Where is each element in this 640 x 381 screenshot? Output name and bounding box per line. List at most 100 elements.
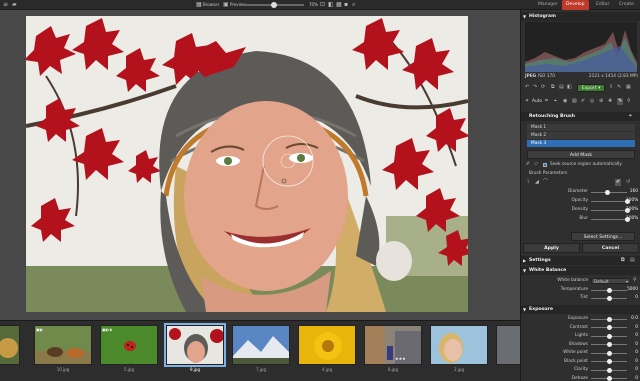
browser-button[interactable]: Browser [203,1,219,9]
slider-thumb[interactable] [606,287,612,293]
slider-value[interactable]: 160 [626,188,638,196]
slider-track[interactable] [591,295,627,301]
options-icon[interactable]: ▤ [630,257,635,264]
add-mask-button[interactable]: Add Mask [527,150,635,159]
mask-item[interactable]: Mask 1 [527,124,635,131]
paste-icon[interactable]: ▤ [559,84,564,91]
slider-track[interactable] [591,376,627,381]
radial-icon[interactable]: ◎ [590,98,594,105]
tab-manager[interactable]: Manager [534,0,562,10]
share-icon[interactable]: ⇪ [609,84,613,91]
slider-track[interactable] [591,287,627,293]
red-eye-icon[interactable]: ◉ [563,98,567,105]
grid-icon[interactable]: ▦ [626,84,631,91]
straighten-icon[interactable]: ⌖ [554,98,557,105]
slider-track[interactable] [591,325,627,330]
slider-track[interactable] [591,333,627,339]
filmstrip[interactable]: ▣◐ ▣◐◈ ★★★ 10.jpg 5.jpg 9.jpg 7.jpg 4.jp… [0,320,554,381]
slider-thumb[interactable] [606,333,612,339]
slider-value[interactable]: 0 [626,349,638,357]
slider-thumb[interactable] [606,376,612,381]
redo-icon[interactable]: ↷ [533,84,537,91]
slider-value[interactable]: 0.0 [626,315,638,323]
filmstrip-thumb-5[interactable] [298,325,356,365]
image-canvas[interactable] [0,10,520,320]
slider-value[interactable]: 100% [626,197,638,205]
settings-header[interactable]: ▶ Settings ⧉ ▤ [521,256,640,265]
stamp-icon[interactable]: ⊕ [599,98,603,105]
slider-value[interactable]: 0 [626,332,638,340]
compare-icon[interactable]: ◧ [567,84,572,91]
slider-value[interactable]: 0 [626,324,638,332]
search-icon[interactable]: ⌕ [352,1,355,9]
brush-mode-icon[interactable]: ✐ [615,179,622,186]
slider-thumb[interactable] [606,350,612,356]
auto-enhance-icon[interactable]: ✶ [525,98,529,105]
edit-icon[interactable]: ✎ [617,84,621,91]
slider-track[interactable] [591,216,630,222]
slider-thumb[interactable] [606,367,612,373]
retouch-icon[interactable]: ✎ [617,98,624,105]
slider-value[interactable]: 100% [626,206,638,214]
slider-value[interactable]: 0 [626,294,638,302]
eraser-icon[interactable]: ▱ [534,161,538,168]
auto-label[interactable]: Auto [532,98,542,105]
undo-icon[interactable]: ↶ [525,84,529,91]
filmstrip-thumb-6[interactable]: ★★★ [364,325,422,365]
slider-track[interactable] [591,350,627,356]
filmstrip-thumb-4[interactable] [232,325,290,365]
zoom-slider[interactable] [244,2,304,8]
white-balance-header[interactable]: ▼ White Balance [521,266,640,275]
crop-icon[interactable]: ⌗ [545,98,548,105]
eyedropper-icon[interactable]: ⚲ [633,277,637,284]
slider-track[interactable] [591,359,627,364]
filmstrip-thumb-2[interactable]: ▣◐◈ [100,325,158,365]
slider-thumb[interactable] [606,325,612,330]
slider-track[interactable] [591,367,627,373]
grid-icon[interactable]: ▦ [336,1,342,9]
slider-thumb[interactable] [604,189,610,195]
menu-icon[interactable]: ≡ [3,1,8,9]
slider-thumb[interactable] [606,295,612,301]
brush-icon[interactable]: ✐ [581,98,585,105]
slider-thumb[interactable] [606,316,612,322]
filmstrip-thumb-7[interactable] [430,325,488,365]
folder-icon[interactable]: ▰ [12,1,17,9]
filmstrip-thumb-1[interactable]: ▣◐ [34,325,92,365]
history-icon[interactable]: ⟳ [541,84,545,91]
wb-preset-select[interactable]: Default ▾ [591,278,631,284]
mask-item[interactable]: Mask 2 [527,132,635,139]
gradient-icon[interactable]: ▧ [572,98,577,105]
fill-icon[interactable]: ◢ [535,179,539,186]
pin-icon[interactable]: ⌖ [629,113,632,120]
slider-thumb[interactable] [606,359,612,364]
filmstrip-thumb-3[interactable] [164,323,226,367]
eyedropper-icon[interactable]: ⚲ [627,98,631,105]
slider-value[interactable]: 0 [626,341,638,349]
zoom-slider-thumb[interactable] [271,2,277,8]
tab-create[interactable]: Create [615,0,638,10]
brush-shape-icon[interactable]: ⌇ [527,179,529,186]
histogram-header[interactable]: ▼ Histogram [521,12,640,21]
apply-button[interactable]: Apply [523,243,580,253]
browser-icon[interactable]: ▦ [196,1,202,9]
brush-tool-icon[interactable]: ✐ [526,161,530,168]
edited-photo[interactable] [26,16,468,312]
slider-track[interactable] [591,207,630,213]
exposure-header[interactable]: ▼ Exposure [521,305,640,314]
slider-track[interactable] [591,342,627,347]
reset-icon[interactable]: ↺ [626,179,630,186]
slider-track[interactable] [591,198,630,204]
slider-thumb[interactable] [606,342,612,347]
smudge-icon[interactable]: ⌒ [543,179,548,186]
tab-editor[interactable]: Editor [592,0,613,10]
filmstrip-thumb-0[interactable] [0,325,20,365]
slider-value[interactable]: 0 [626,375,638,381]
compare-icon[interactable]: ◧ [328,1,334,9]
slider-value[interactable]: 100% [626,215,638,223]
slider-value[interactable]: 0 [626,358,638,366]
heal-icon[interactable]: ✚ [608,98,612,105]
auto-source-checkbox[interactable] [543,163,547,167]
export-button[interactable]: Export ▾ [577,84,605,92]
slider-value[interactable]: 5000 [626,286,638,294]
